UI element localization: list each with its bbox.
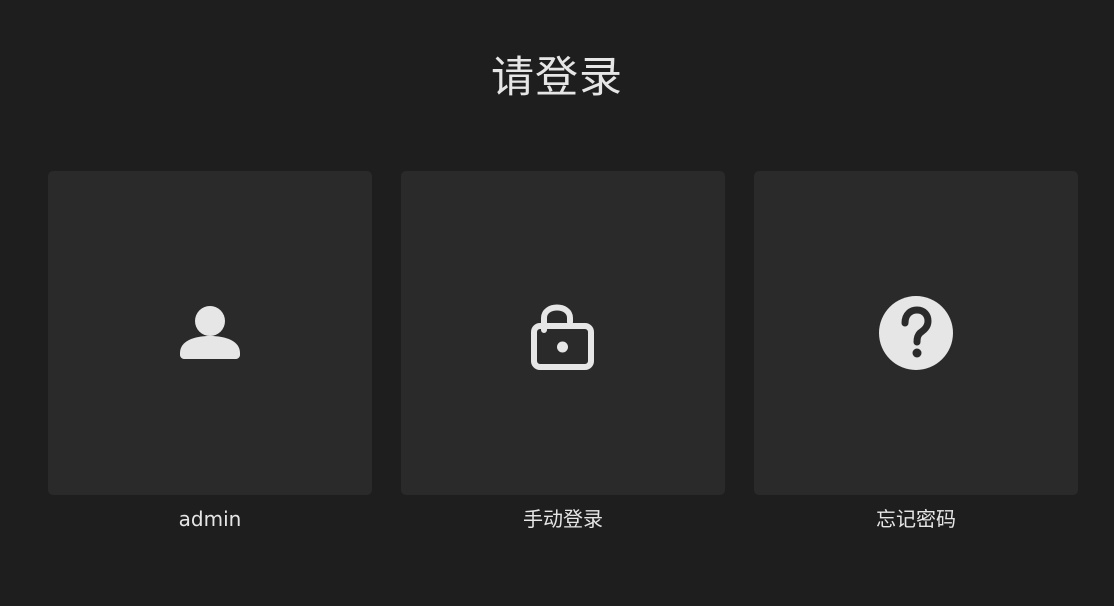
- user-tile-admin[interactable]: [48, 171, 372, 495]
- user-option-admin[interactable]: admin: [48, 171, 372, 532]
- manual-login-label[interactable]: 手动登录: [523, 506, 603, 532]
- help-icon: [879, 296, 953, 370]
- manual-login-tile[interactable]: [401, 171, 725, 495]
- login-screen: 请登录 admin 手动登录 忘记密码: [0, 0, 1114, 606]
- page-title: 请登录: [491, 53, 623, 103]
- user-icon: [180, 306, 240, 359]
- login-options: admin 手动登录 忘记密码: [48, 171, 1078, 532]
- user-option-label[interactable]: admin: [179, 506, 242, 532]
- forgot-password-label[interactable]: 忘记密码: [876, 506, 956, 532]
- manual-login-option[interactable]: 手动登录: [401, 171, 725, 532]
- forgot-password-tile[interactable]: [754, 171, 1078, 495]
- unlock-icon: [531, 304, 594, 370]
- forgot-password-option[interactable]: 忘记密码: [754, 171, 1078, 532]
